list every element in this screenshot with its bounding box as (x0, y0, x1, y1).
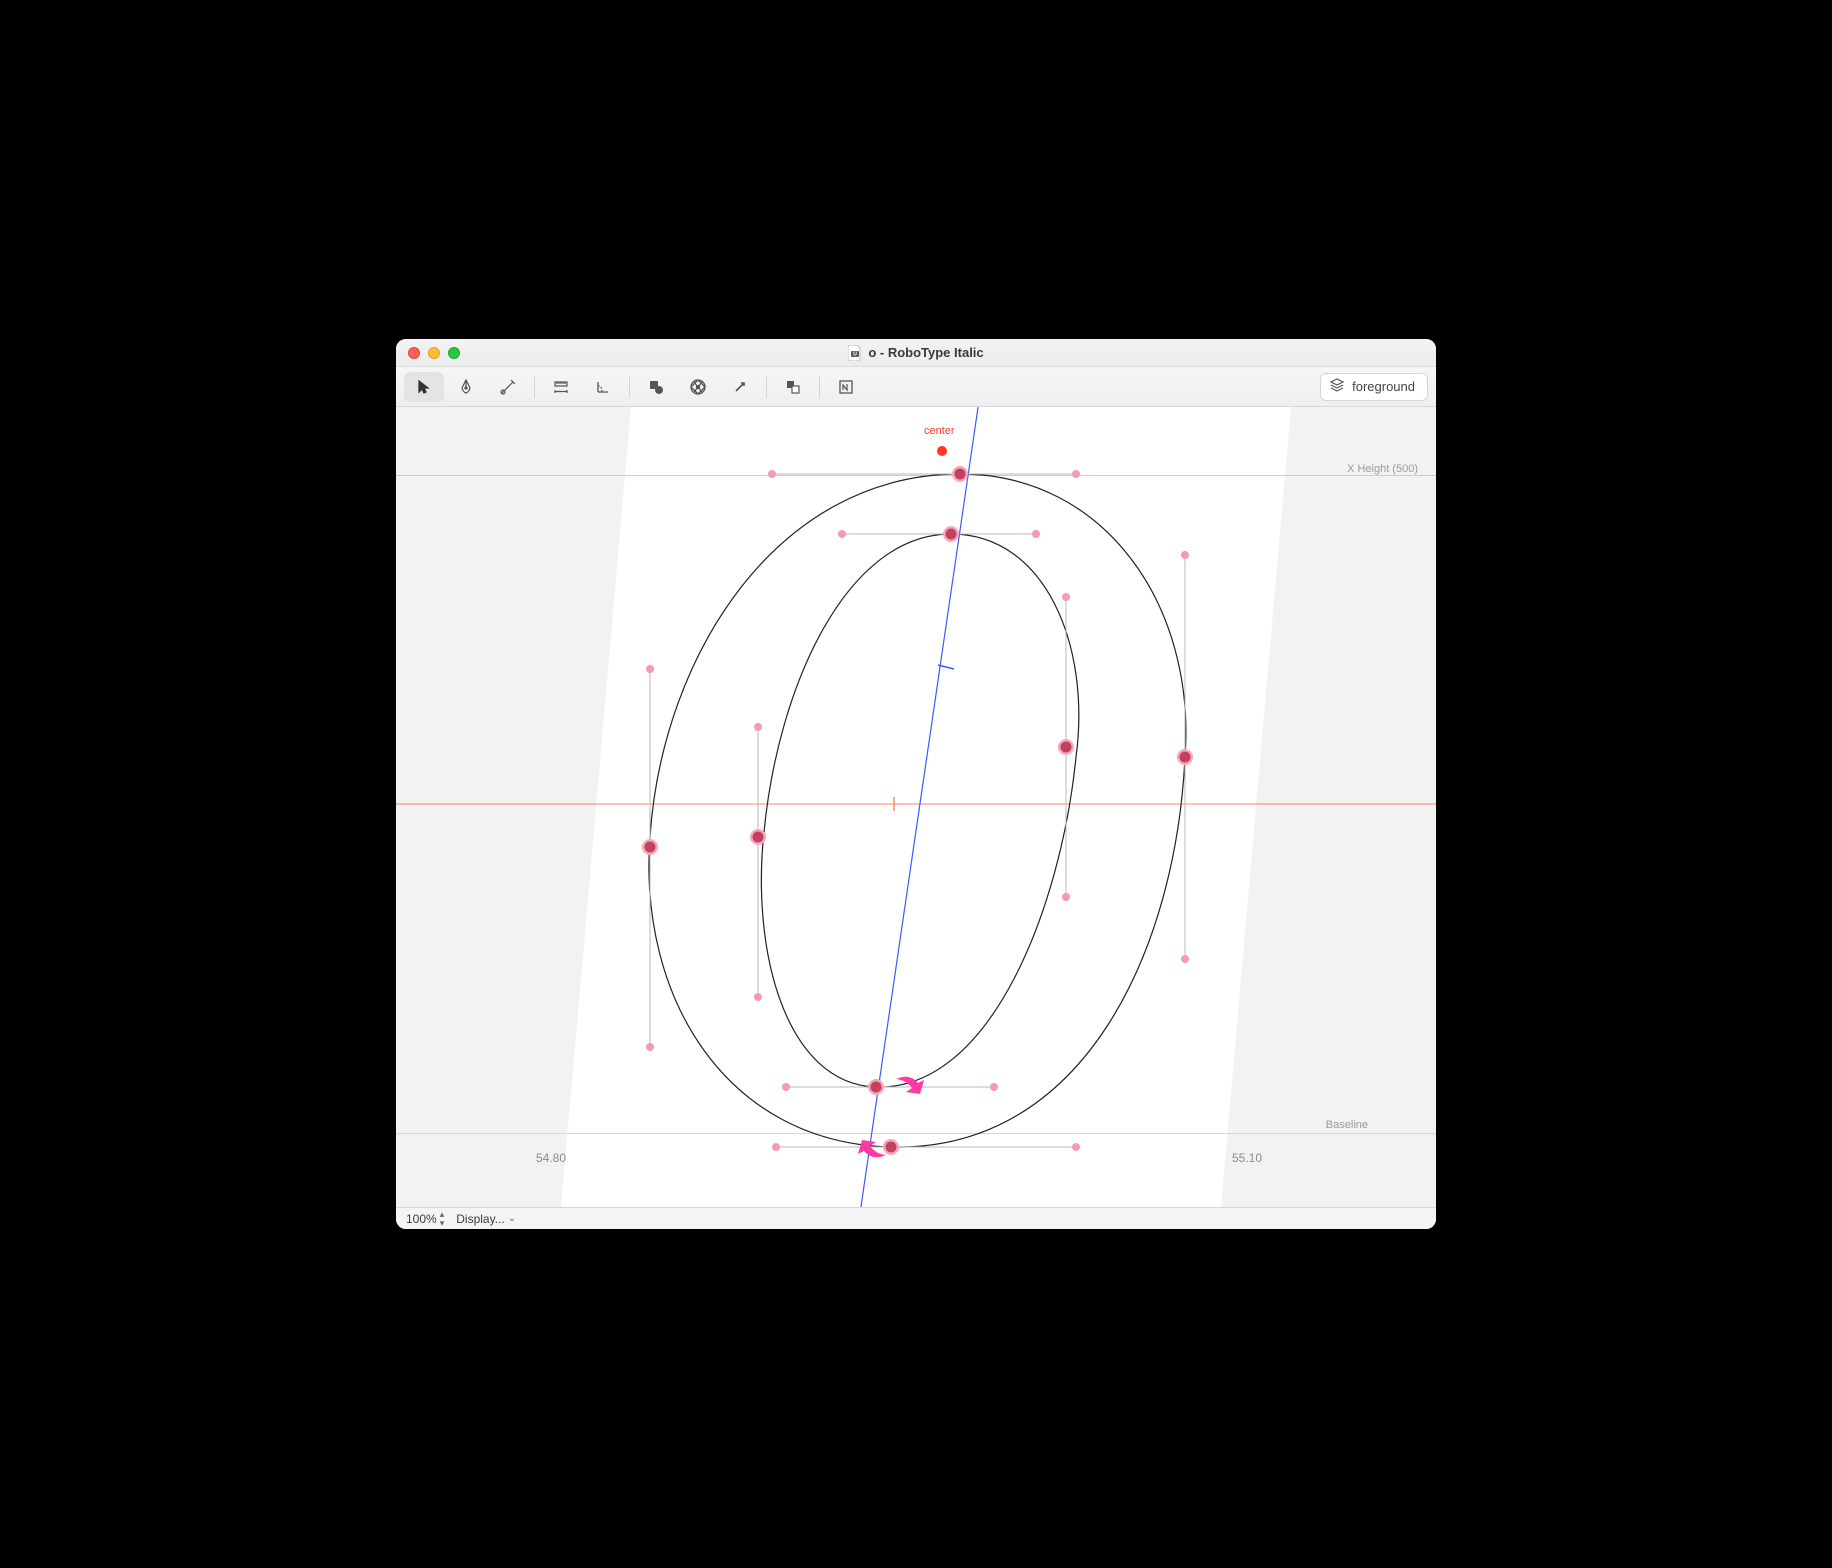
oncurve-points[interactable] (642, 466, 1193, 1155)
toolbar-separator (819, 376, 820, 398)
handle-lines (650, 474, 1185, 1147)
chevron-down-icon: ⌄ (508, 1213, 516, 1224)
glyph-editor-window: U o - RoboType Italic (396, 339, 1436, 1229)
minimize-button[interactable] (428, 347, 440, 359)
offcurve-handles[interactable] (646, 470, 1189, 1151)
contour-direction-outer (858, 1140, 886, 1157)
window-controls (396, 347, 460, 359)
glyph-overlay (396, 407, 1436, 1207)
toolbar-separator (534, 376, 535, 398)
zoom-value: 100% (406, 1212, 437, 1226)
toolbar-separator (629, 376, 630, 398)
shapes-tool[interactable] (636, 372, 676, 402)
measurement-tool[interactable] (541, 372, 581, 402)
svg-text:U: U (854, 351, 858, 357)
zoom-control[interactable]: 100% ▴▾ (402, 1210, 448, 1228)
outer-contour[interactable] (649, 474, 1186, 1147)
close-button[interactable] (408, 347, 420, 359)
titlebar[interactable]: U o - RoboType Italic (396, 339, 1436, 367)
ufo-file-icon: U (848, 345, 862, 361)
title-text: o - RoboType Italic (868, 345, 983, 360)
statusbar: 100% ▴▾ Display... ⌄ (396, 1207, 1436, 1229)
inner-contour[interactable] (761, 534, 1078, 1087)
display-menu[interactable]: Display... ⌄ (452, 1212, 520, 1226)
window-title: U o - RoboType Italic (396, 345, 1436, 361)
anchor-tool[interactable] (678, 372, 718, 402)
pen-tool[interactable] (446, 372, 486, 402)
layer-selector[interactable]: foreground (1320, 373, 1428, 401)
preview-tool[interactable] (826, 372, 866, 402)
layer-name: foreground (1352, 379, 1415, 394)
pointer-tool[interactable] (404, 372, 444, 402)
transform-tool[interactable] (773, 372, 813, 402)
layers-icon (1329, 377, 1345, 396)
anchor-center[interactable] (937, 446, 947, 456)
display-label: Display... (456, 1212, 504, 1226)
toolbar: foreground (396, 367, 1436, 407)
accent-tool[interactable] (720, 372, 760, 402)
slice-tool[interactable] (488, 372, 528, 402)
toolbar-separator (766, 376, 767, 398)
stepper-icon: ▴▾ (440, 1210, 445, 1228)
zoom-button[interactable] (448, 347, 460, 359)
glyph-canvas[interactable]: X Height (500) Baseline 54.80 55.10 cent… (396, 407, 1436, 1207)
angle-tool[interactable] (583, 372, 623, 402)
